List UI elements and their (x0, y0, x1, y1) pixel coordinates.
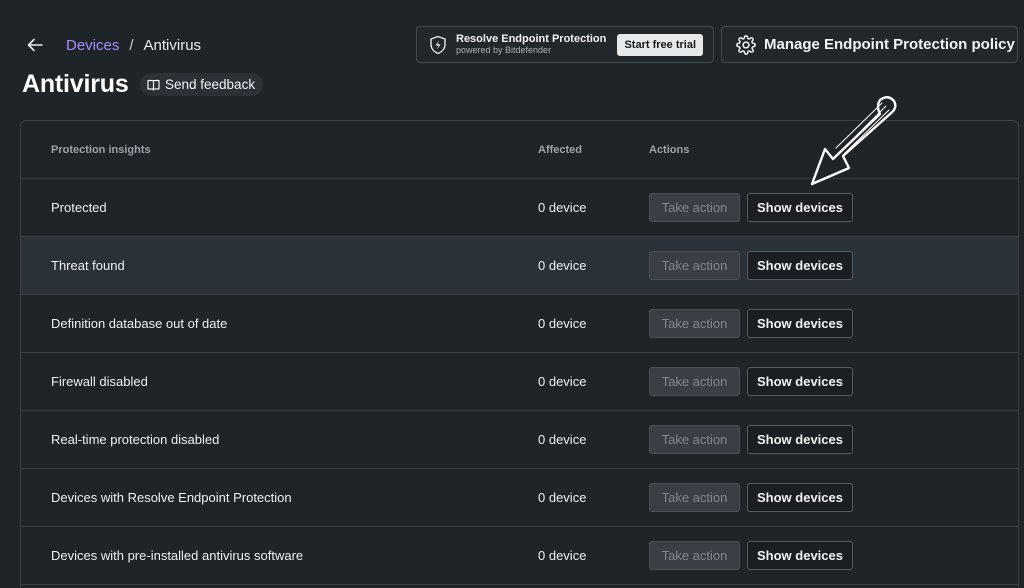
book-open-icon (147, 79, 160, 91)
page-title: Antivirus (22, 70, 129, 98)
insight-name: Devices with pre-installed antivirus sof… (51, 548, 304, 563)
take-action-button[interactable]: Take action (649, 483, 740, 512)
hand-drawn-arrow-icon (810, 96, 897, 186)
manage-policy-button[interactable]: Manage Endpoint Protection policy (721, 26, 1018, 63)
column-header-insights: Protection insights (51, 144, 151, 156)
show-devices-button[interactable]: Show devices (747, 425, 853, 454)
gear-icon (736, 34, 756, 55)
affected-count: 0 device (538, 548, 587, 563)
show-devices-button[interactable]: Show devices (747, 309, 853, 338)
breadcrumb-current: Antivirus (143, 36, 202, 54)
start-free-trial-button[interactable]: Start free trial (617, 34, 703, 56)
send-feedback-label: Send feedback (165, 77, 256, 92)
column-header-actions: Actions (649, 144, 690, 156)
breadcrumb: Devices / Antivirus (66, 36, 201, 54)
insight-name: Definition database out of date (51, 316, 228, 331)
table-row: Real-time protection disabled 0 device Tak… (21, 411, 1018, 469)
promo-text: Resolve Endpoint Protection powered by B… (456, 34, 606, 55)
table-row: Firewall disabled 0 device Take action Show… (21, 353, 1018, 411)
insight-name: Threat found (51, 258, 125, 273)
arrow-left-icon (27, 38, 43, 52)
table-body: Protected 0 device Take action Show devices… (21, 179, 1018, 585)
send-feedback-button[interactable]: Send feedback (140, 73, 264, 96)
column-header-affected: Affected (538, 144, 583, 156)
insight-name: Real-time protection disabled (51, 432, 220, 447)
breadcrumb-separator: / (129, 36, 134, 54)
affected-count: 0 device (538, 316, 587, 331)
take-action-button[interactable]: Take action (649, 193, 740, 222)
affected-count: 0 device (538, 200, 587, 215)
table-row: Definition database out of date 0 device T… (21, 295, 1018, 353)
table-row: Devices with pre-installed antivirus sof… (21, 527, 1018, 585)
take-action-button[interactable]: Take action (649, 367, 740, 396)
affected-count: 0 device (538, 432, 587, 447)
show-devices-button[interactable]: Show devices (747, 193, 853, 222)
endpoint-protection-promo: Resolve Endpoint Protection powered by B… (416, 26, 714, 63)
take-action-button[interactable]: Take action (649, 541, 740, 570)
manage-policy-label: Manage Endpoint Protection policy (764, 36, 1015, 53)
affected-count: 0 device (538, 490, 587, 505)
show-devices-button[interactable]: Show devices (747, 541, 853, 570)
insight-name: Firewall disabled (51, 374, 148, 389)
table-row: Devices with Resolve Endpoint Protection… (21, 469, 1018, 527)
show-devices-button[interactable]: Show devices (747, 251, 853, 280)
table-row: Threat found 0 device Take action Show devi… (21, 237, 1018, 295)
shield-bolt-icon (430, 35, 446, 54)
promo-subtitle: powered by Bitdefender (456, 45, 552, 55)
antivirus-page: Devices / Antivirus Antivirus Send feedb… (0, 0, 1024, 588)
insight-name: Protected (51, 200, 107, 215)
show-devices-button[interactable]: Show devices (747, 483, 853, 512)
promo-title: Resolve Endpoint Protection (456, 33, 607, 45)
back-button[interactable] (24, 34, 46, 56)
take-action-button[interactable]: Take action (649, 309, 740, 338)
affected-count: 0 device (538, 374, 587, 389)
take-action-button[interactable]: Take action (649, 425, 740, 454)
insight-name: Devices with Resolve Endpoint Protection (51, 490, 292, 505)
affected-count: 0 device (538, 258, 587, 273)
breadcrumb-devices-link[interactable]: Devices (66, 37, 119, 54)
take-action-button[interactable]: Take action (649, 251, 740, 280)
show-devices-button[interactable]: Show devices (747, 367, 853, 396)
